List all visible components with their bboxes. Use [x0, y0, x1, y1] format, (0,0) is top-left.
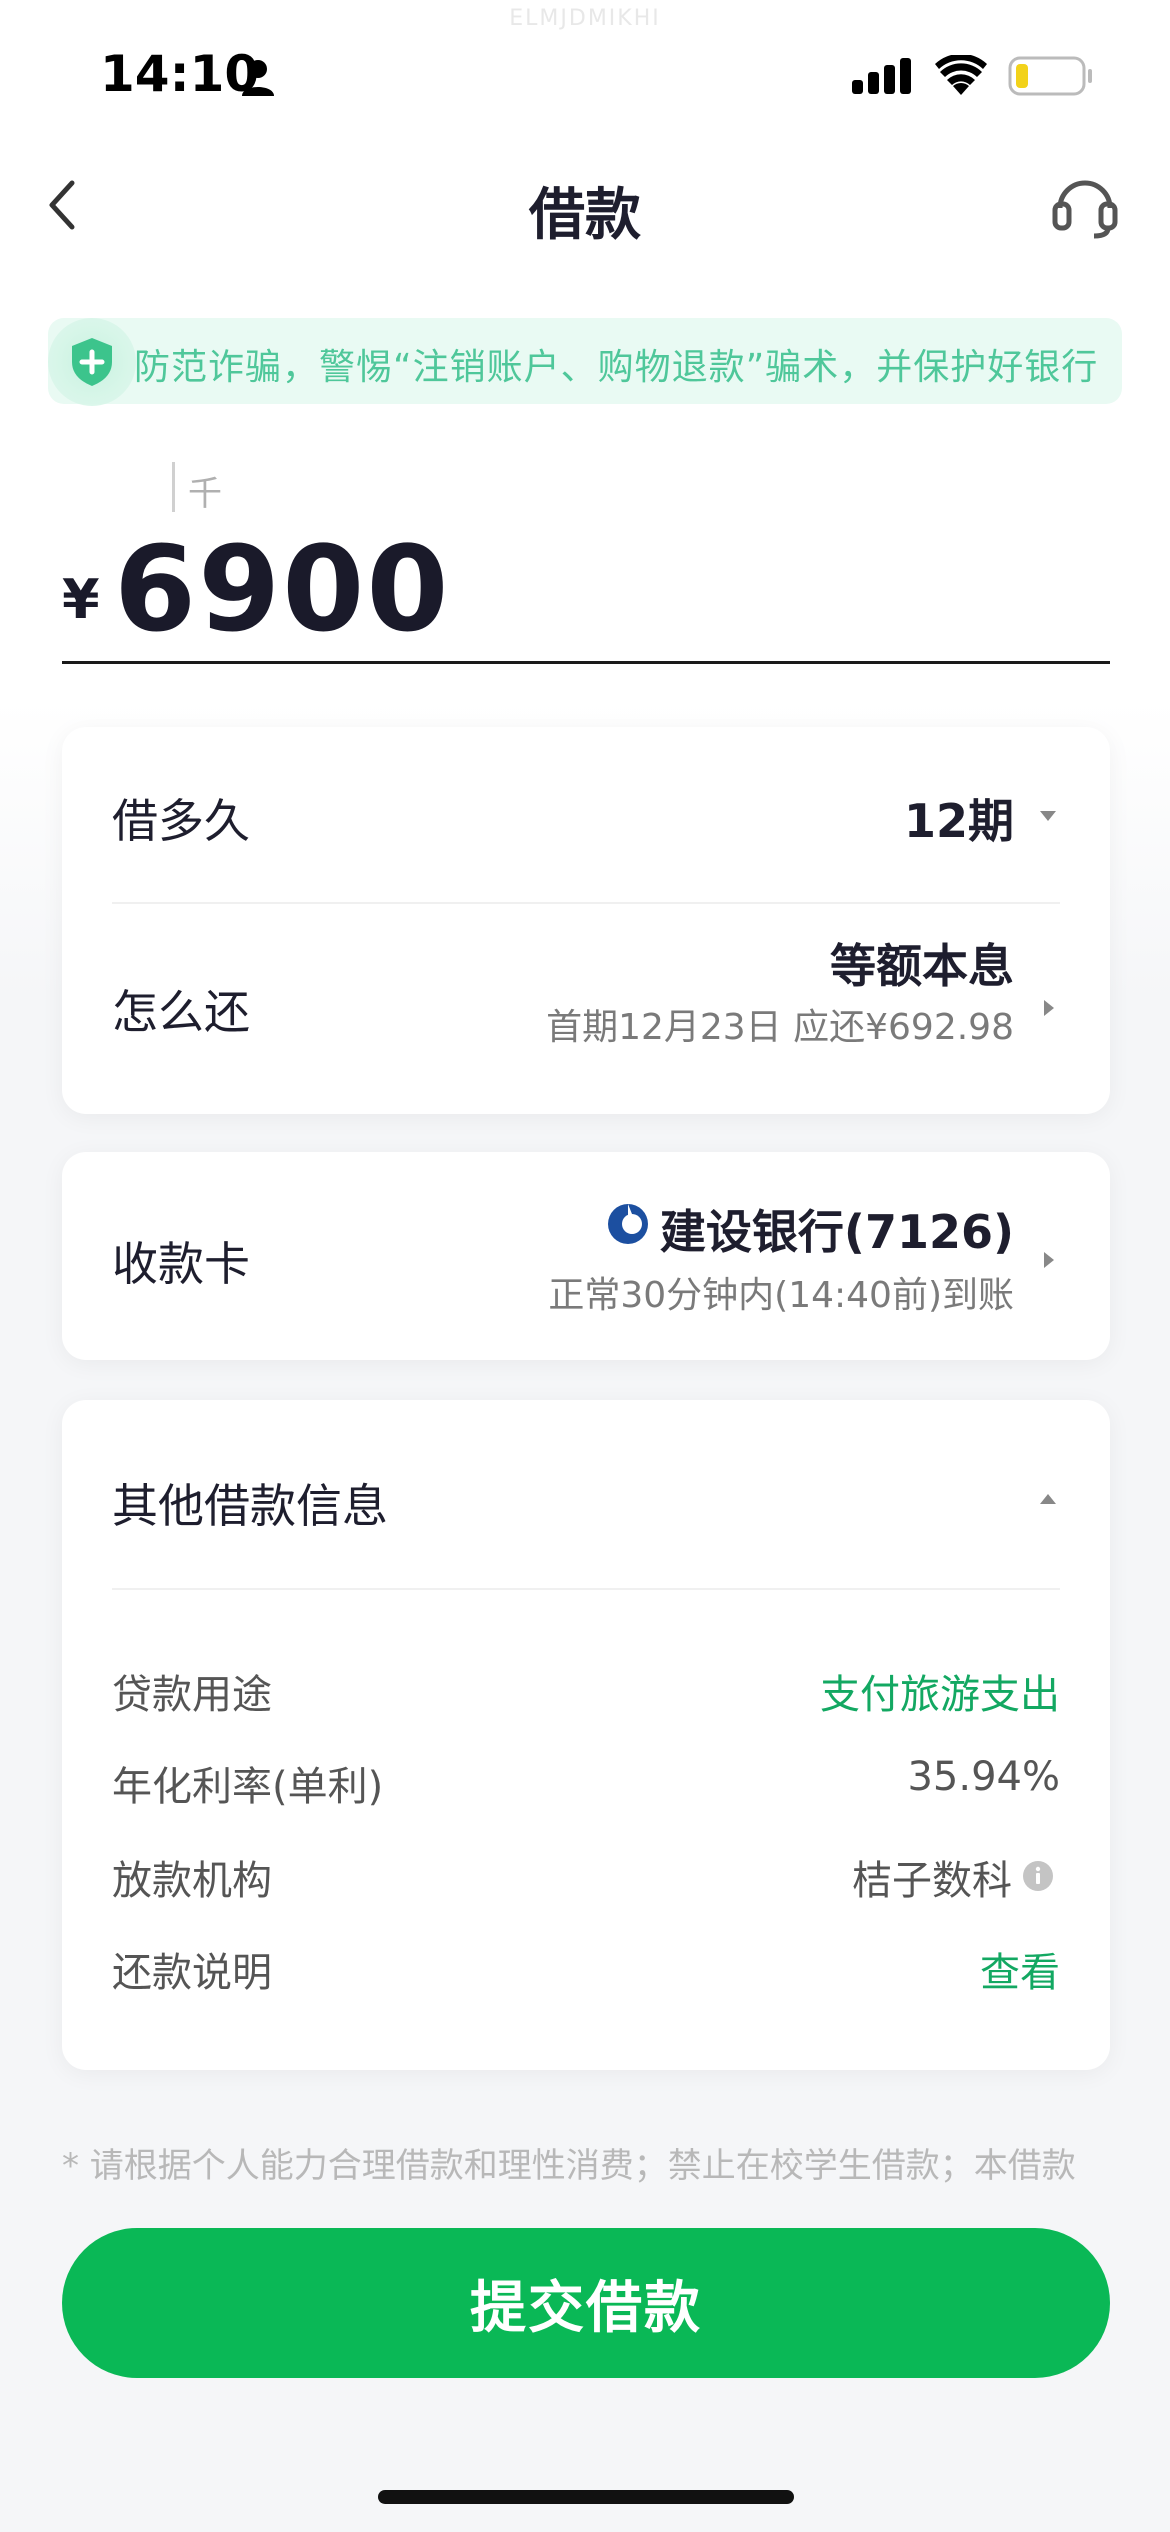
interest-rate-label: 年化利率(单利) [112, 1764, 384, 1810]
arrival-time: 正常30分钟内(14:40前)到账 [548, 1275, 1014, 1316]
info-icon[interactable] [1022, 1860, 1054, 1892]
purpose-value[interactable]: 支付旅游支出 [820, 1662, 1060, 1720]
input-cursor [172, 462, 175, 512]
loan-terms-card: 借多久 12期 怎么还 等额本息 首期12月23日 应还¥692.98 [62, 727, 1110, 1114]
bank-logo-icon [608, 1204, 648, 1244]
page-title: 借款 [529, 183, 641, 248]
receiving-card[interactable]: 收款卡 建设银行(7126) 正常30分钟内(14:40前)到账 [62, 1152, 1110, 1360]
lender-label: 放款机构 [112, 1858, 272, 1904]
card-label: 收款卡 [112, 1237, 250, 1291]
chevron-down-icon [1040, 811, 1056, 821]
divider [112, 1588, 1060, 1590]
status-time: 14:10 [100, 45, 260, 103]
repayment-row[interactable]: 怎么还 等额本息 首期12月23日 应还¥692.98 [62, 904, 1110, 1114]
repay-method: 等额本息 [830, 939, 1014, 993]
status-bar: 14:10 [0, 0, 1170, 150]
amount-unit-hint: 千 [188, 474, 222, 514]
fraud-notice-text: 防范诈骗，警惕“注销账户、购物退款”骗术，并保护好银行 [134, 347, 1099, 388]
fraud-notice-banner[interactable]: 防范诈骗，警惕“注销账户、购物退款”骗术，并保护好银行 [48, 318, 1122, 404]
lender-value: 桔子数科 [852, 1858, 1012, 1904]
repay-label: 怎么还 [112, 985, 250, 1039]
currency-symbol: ¥ [62, 568, 100, 631]
chevron-right-icon [1044, 1252, 1054, 1268]
shield-badge [48, 318, 136, 406]
repay-detail: 首期12月23日 应还¥692.98 [546, 1007, 1014, 1048]
wifi-icon [935, 55, 987, 95]
chevron-up-icon [1040, 1494, 1056, 1504]
repayment-note-label: 还款说明 [112, 1950, 272, 1996]
submit-loan-button[interactable]: 提交借款 [62, 2228, 1110, 2378]
loan-amount-input[interactable]: 6900 [114, 520, 450, 658]
cellular-signal-icon [852, 58, 911, 94]
other-info-header[interactable]: 其他借款信息 [62, 1400, 1110, 1588]
other-info-card: 其他借款信息 贷款用途 支付旅游支出 年化利率(单利) 35.94% 放款机构 … [62, 1400, 1110, 2070]
term-row[interactable]: 借多久 12期 [62, 727, 1110, 902]
term-value: 12期 [903, 794, 1014, 848]
home-indicator [378, 2490, 794, 2504]
term-label: 借多久 [112, 794, 250, 848]
disclaimer-text: * 请根据个人能力合理借款和理性消费；禁止在校学生借款；本借款 [62, 2146, 1076, 2186]
customer-service-icon[interactable] [1050, 170, 1120, 242]
battery-icon [1008, 56, 1092, 96]
other-info-title: 其他借款信息 [112, 1479, 388, 1533]
amount-underline [62, 661, 1110, 664]
shield-icon [72, 338, 112, 386]
chevron-right-icon [1044, 1000, 1054, 1016]
interest-rate-value: 35.94% [907, 1754, 1060, 1800]
purpose-label: 贷款用途 [112, 1672, 272, 1718]
person-icon [242, 60, 274, 96]
bank-name: 建设银行(7126) [659, 1205, 1014, 1259]
repayment-note-link[interactable]: 查看 [980, 1940, 1060, 1998]
